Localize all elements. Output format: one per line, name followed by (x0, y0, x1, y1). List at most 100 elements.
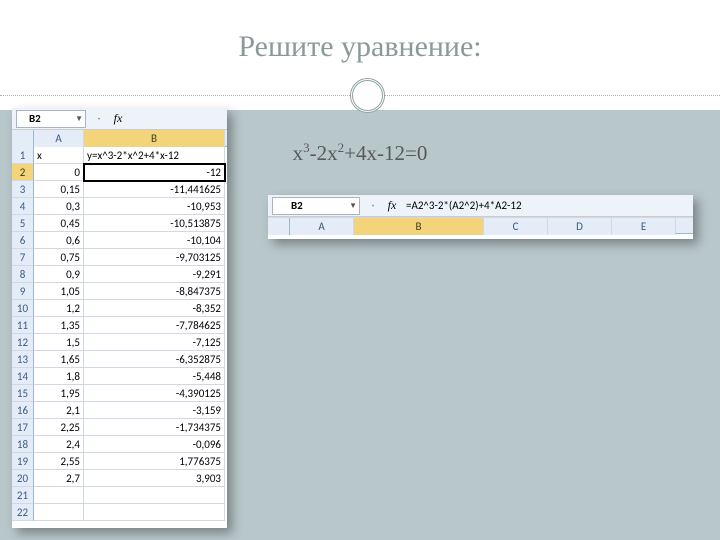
row-header[interactable]: 20 (12, 470, 34, 487)
row-header[interactable]: 16 (12, 402, 34, 419)
cell[interactable]: -8,847375 (84, 283, 225, 300)
cell[interactable]: -6,352875 (84, 351, 225, 368)
cell[interactable]: 2,7 (34, 470, 84, 487)
cell[interactable]: x (34, 147, 84, 164)
cancel-icon[interactable]: · (364, 197, 382, 215)
select-all-corner[interactable] (12, 130, 34, 147)
column-header-B[interactable]: B (354, 218, 484, 235)
formula-bar[interactable]: =A2^3-2*(A2^2)+4*A2-12 (402, 199, 693, 212)
cell[interactable]: 3,903 (84, 470, 225, 487)
column-headers: AB (12, 130, 227, 147)
table-row: 151,95-4,390125 (12, 385, 227, 402)
row-header[interactable]: 10 (12, 300, 34, 317)
row-header[interactable]: 6 (12, 232, 34, 249)
cell[interactable]: 1,35 (34, 317, 84, 334)
cell[interactable]: 0,45 (34, 215, 84, 232)
row-header[interactable]: 1 (12, 147, 34, 164)
column-header-E[interactable]: E (612, 218, 676, 235)
fx-icon[interactable]: fx (382, 197, 402, 215)
row-header[interactable]: 18 (12, 436, 34, 453)
row-header[interactable]: 21 (12, 487, 34, 504)
cell[interactable]: 2,4 (34, 436, 84, 453)
table-row: 21 (12, 487, 227, 504)
table-row: 70,75-9,703125 (12, 249, 227, 266)
column-header-A[interactable]: A (290, 218, 354, 235)
cell[interactable]: -3,159 (84, 402, 225, 419)
cell[interactable]: 2,25 (34, 419, 84, 436)
column-header-A[interactable]: A (34, 130, 84, 147)
cell[interactable]: -7,784625 (84, 317, 225, 334)
cell[interactable]: y=x^3-2*x^2+4*x-12 (84, 147, 225, 164)
select-all-corner[interactable] (268, 218, 290, 235)
row-header[interactable]: 4 (12, 198, 34, 215)
cell[interactable]: 0,6 (34, 232, 84, 249)
cancel-icon[interactable]: · (90, 110, 108, 128)
grid-body[interactable]: 1xy=x^3-2*x^2+4*x-1220-1230,15-11,441625… (12, 147, 227, 521)
table-row: 22 (12, 504, 227, 521)
row-header[interactable]: 17 (12, 419, 34, 436)
cell[interactable]: -5,448 (84, 368, 225, 385)
table-row: 182,4-0,096 (12, 436, 227, 453)
cell[interactable]: 0,9 (34, 266, 84, 283)
cell[interactable]: 1,65 (34, 351, 84, 368)
row-header[interactable]: 3 (12, 181, 34, 198)
name-box[interactable]: B2▼ (272, 197, 360, 215)
cell[interactable] (84, 487, 225, 504)
row-header[interactable]: 8 (12, 266, 34, 283)
cell[interactable]: 1,05 (34, 283, 84, 300)
name-box-row: B2▼ · fx =A2^3-2*(A2^2)+4*A2-12 (268, 195, 693, 217)
row-header[interactable]: 13 (12, 351, 34, 368)
cell[interactable] (34, 504, 84, 521)
row-header[interactable]: 2 (12, 164, 34, 181)
cell[interactable]: 0,75 (34, 249, 84, 266)
table-row: 111,35-7,784625 (12, 317, 227, 334)
cell[interactable] (84, 504, 225, 521)
cell[interactable]: -11,441625 (84, 181, 225, 198)
chevron-down-icon: ▼ (75, 114, 83, 124)
table-row: 162,1-3,159 (12, 402, 227, 419)
cell[interactable]: -12 (84, 164, 225, 181)
slide-title: Решите уравнение: (0, 30, 720, 64)
cell[interactable]: -9,703125 (84, 249, 225, 266)
table-row: 40,3-10,953 (12, 198, 227, 215)
cell[interactable]: 0,3 (34, 198, 84, 215)
cell[interactable]: -1,734375 (84, 419, 225, 436)
fx-icon[interactable]: fx (108, 110, 128, 128)
cell[interactable]: 1,2 (34, 300, 84, 317)
table-row: 121,5-7,125 (12, 334, 227, 351)
row-header[interactable]: 12 (12, 334, 34, 351)
cell[interactable] (34, 487, 84, 504)
column-header-C[interactable]: C (484, 218, 548, 235)
column-header-D[interactable]: D (548, 218, 612, 235)
cell[interactable]: -10,104 (84, 232, 225, 249)
excel-snippet-right: B2▼ · fx =A2^3-2*(A2^2)+4*A2-12 ABCDE (268, 195, 693, 239)
row-header[interactable]: 15 (12, 385, 34, 402)
cell[interactable]: 2,55 (34, 453, 84, 470)
row-header[interactable]: 14 (12, 368, 34, 385)
cell[interactable]: 0,15 (34, 181, 84, 198)
cell[interactable]: 0 (34, 164, 84, 181)
name-box-row: B2▼ · fx (12, 108, 227, 130)
chevron-down-icon: ▼ (349, 201, 357, 211)
cell[interactable]: -4,390125 (84, 385, 225, 402)
row-header[interactable]: 9 (12, 283, 34, 300)
row-header[interactable]: 7 (12, 249, 34, 266)
row-header[interactable]: 5 (12, 215, 34, 232)
row-header[interactable]: 19 (12, 453, 34, 470)
cell[interactable]: -7,125 (84, 334, 225, 351)
cell[interactable]: -10,513875 (84, 215, 225, 232)
name-box[interactable]: B2▼ (16, 110, 86, 128)
cell[interactable]: -9,291 (84, 266, 225, 283)
row-header[interactable]: 22 (12, 504, 34, 521)
row-header[interactable]: 11 (12, 317, 34, 334)
cell[interactable]: 2,1 (34, 402, 84, 419)
cell[interactable]: 1,8 (34, 368, 84, 385)
cell[interactable]: -0,096 (84, 436, 225, 453)
column-header-B[interactable]: B (84, 130, 225, 147)
cell[interactable]: 1,5 (34, 334, 84, 351)
cell[interactable]: -8,352 (84, 300, 225, 317)
cell[interactable]: 1,776375 (84, 453, 225, 470)
cell[interactable]: -10,953 (84, 198, 225, 215)
cell[interactable]: 1,95 (34, 385, 84, 402)
table-row: 30,15-11,441625 (12, 181, 227, 198)
